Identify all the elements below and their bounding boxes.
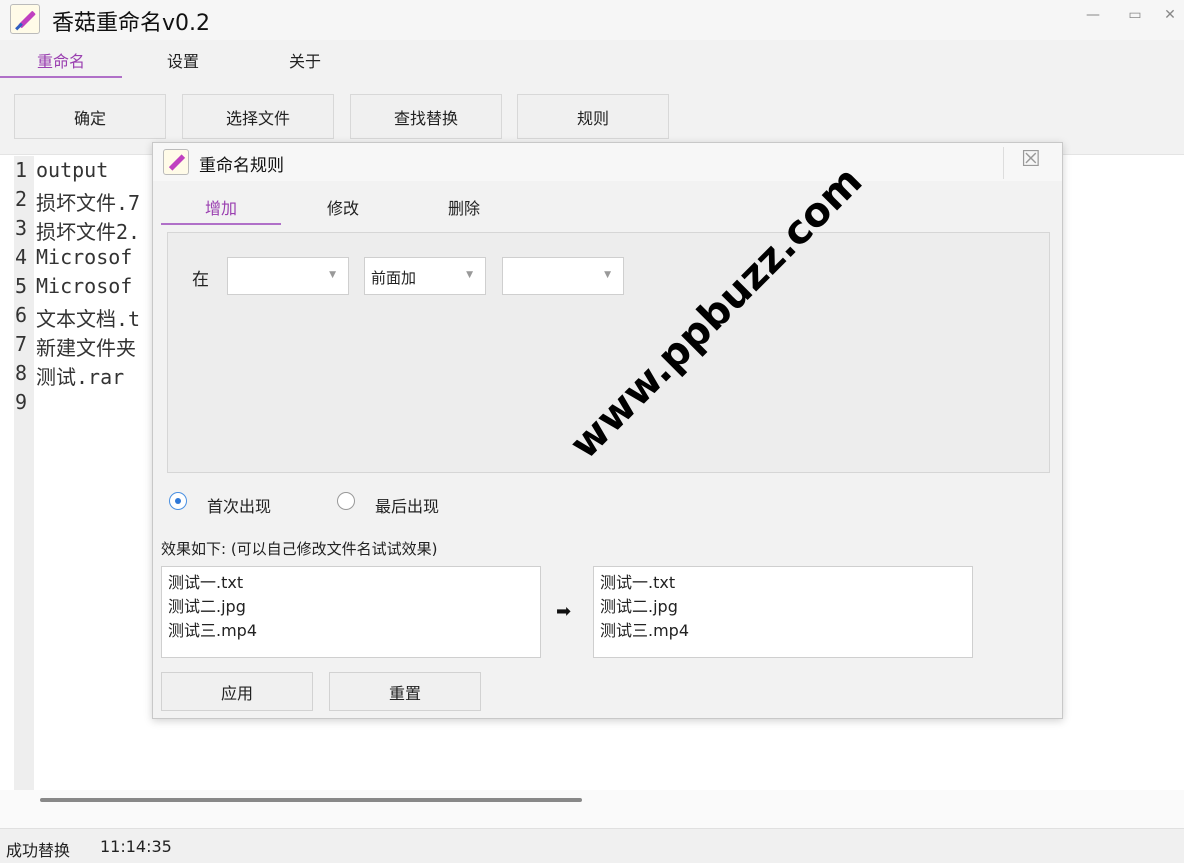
dialog-title-bar: 重命名规则 ☒: [153, 143, 1062, 181]
dialog-app-icon: [163, 149, 189, 175]
content-select[interactable]: ▼: [502, 257, 624, 295]
last-occurrence-radio[interactable]: [337, 492, 355, 510]
apply-button[interactable]: 应用: [161, 672, 313, 711]
line-number: 4: [15, 245, 28, 269]
editor-line[interactable]: Microsof: [36, 274, 132, 298]
choose-file-button[interactable]: 选择文件: [182, 94, 334, 139]
app-icon: [10, 4, 40, 34]
close-icon[interactable]: ✕: [1156, 0, 1184, 30]
arrow-right-icon: ➡: [556, 601, 572, 622]
chevron-down-icon: ▼: [466, 270, 473, 280]
dialog-close-icon[interactable]: ☒: [1021, 147, 1041, 172]
editor-line[interactable]: 损坏文件2.: [36, 216, 140, 245]
title-bar: 香菇重命名v0.2 — ▭ ✕: [0, 0, 1184, 40]
editor-line[interactable]: 新建文件夹: [36, 332, 136, 361]
editor-line[interactable]: 文本文档.t: [36, 303, 140, 332]
main-tab-bar: 重命名 设置 关于: [0, 40, 1184, 80]
preview-input[interactable]: 测试一.txt 测试二.jpg 测试三.mp4: [161, 566, 541, 658]
line-number: 6: [15, 303, 28, 327]
preview-output-line: 测试一.txt: [600, 573, 676, 592]
tab-add[interactable]: 增加: [161, 195, 281, 225]
rules-button[interactable]: 规则: [517, 94, 669, 139]
maximize-icon[interactable]: ▭: [1114, 0, 1156, 30]
chevron-down-icon: ▼: [604, 270, 611, 280]
line-number: 3: [15, 216, 28, 240]
chevron-down-icon: ▼: [329, 270, 336, 280]
editor-line[interactable]: Microsof: [36, 245, 132, 269]
horizontal-scrollbar[interactable]: [0, 790, 1184, 828]
action-select-value: 前面加: [371, 269, 417, 287]
first-occurrence-label[interactable]: 首次出现: [207, 493, 271, 517]
tab-delete[interactable]: 删除: [404, 195, 524, 225]
tab-about[interactable]: 关于: [244, 48, 366, 78]
tab-modify[interactable]: 修改: [283, 195, 403, 225]
editor-line[interactable]: 损坏文件.7: [36, 187, 140, 216]
line-number: 8: [15, 361, 28, 385]
confirm-button[interactable]: 确定: [14, 94, 166, 139]
preview-output-line: 测试二.jpg: [600, 597, 678, 616]
occurrence-radio-group: 首次出现 最后出现: [153, 489, 653, 517]
preview-output: 测试一.txt 测试二.jpg 测试三.mp4: [593, 566, 973, 658]
effect-label: 效果如下: (可以自己修改文件名试试效果): [161, 540, 438, 558]
at-label: 在: [192, 270, 209, 290]
reset-button[interactable]: 重置: [329, 672, 481, 711]
line-number: 2: [15, 187, 28, 211]
scrollbar-thumb[interactable]: [40, 798, 582, 802]
dialog-title: 重命名规则: [199, 156, 284, 176]
preview-input-line: 测试一.txt: [168, 573, 244, 592]
status-time: 11:14:35: [100, 837, 172, 856]
window-title: 香菇重命名v0.2: [52, 11, 211, 36]
find-replace-button[interactable]: 查找替换: [350, 94, 502, 139]
last-occurrence-label[interactable]: 最后出现: [375, 493, 439, 517]
preview-input-line: 测试三.mp4: [168, 621, 258, 640]
editor-line[interactable]: output: [36, 158, 108, 182]
action-select[interactable]: 前面加 ▼: [364, 257, 486, 295]
position-select[interactable]: ▼: [227, 257, 349, 295]
line-number: 9: [15, 390, 28, 414]
editor-line[interactable]: 测试.rar: [36, 361, 124, 390]
minimize-icon[interactable]: —: [1072, 0, 1114, 30]
status-bar: 成功替换 11:14:35: [0, 828, 1184, 863]
preview-input-line: 测试二.jpg: [168, 597, 246, 616]
preview-output-line: 测试三.mp4: [600, 621, 690, 640]
tab-rename[interactable]: 重命名: [0, 48, 122, 78]
line-number: 5: [15, 274, 28, 298]
first-occurrence-radio[interactable]: [169, 492, 187, 510]
line-number: 1: [15, 158, 28, 182]
tab-settings[interactable]: 设置: [122, 48, 244, 78]
status-message: 成功替换: [6, 841, 71, 860]
line-number: 7: [15, 332, 28, 356]
